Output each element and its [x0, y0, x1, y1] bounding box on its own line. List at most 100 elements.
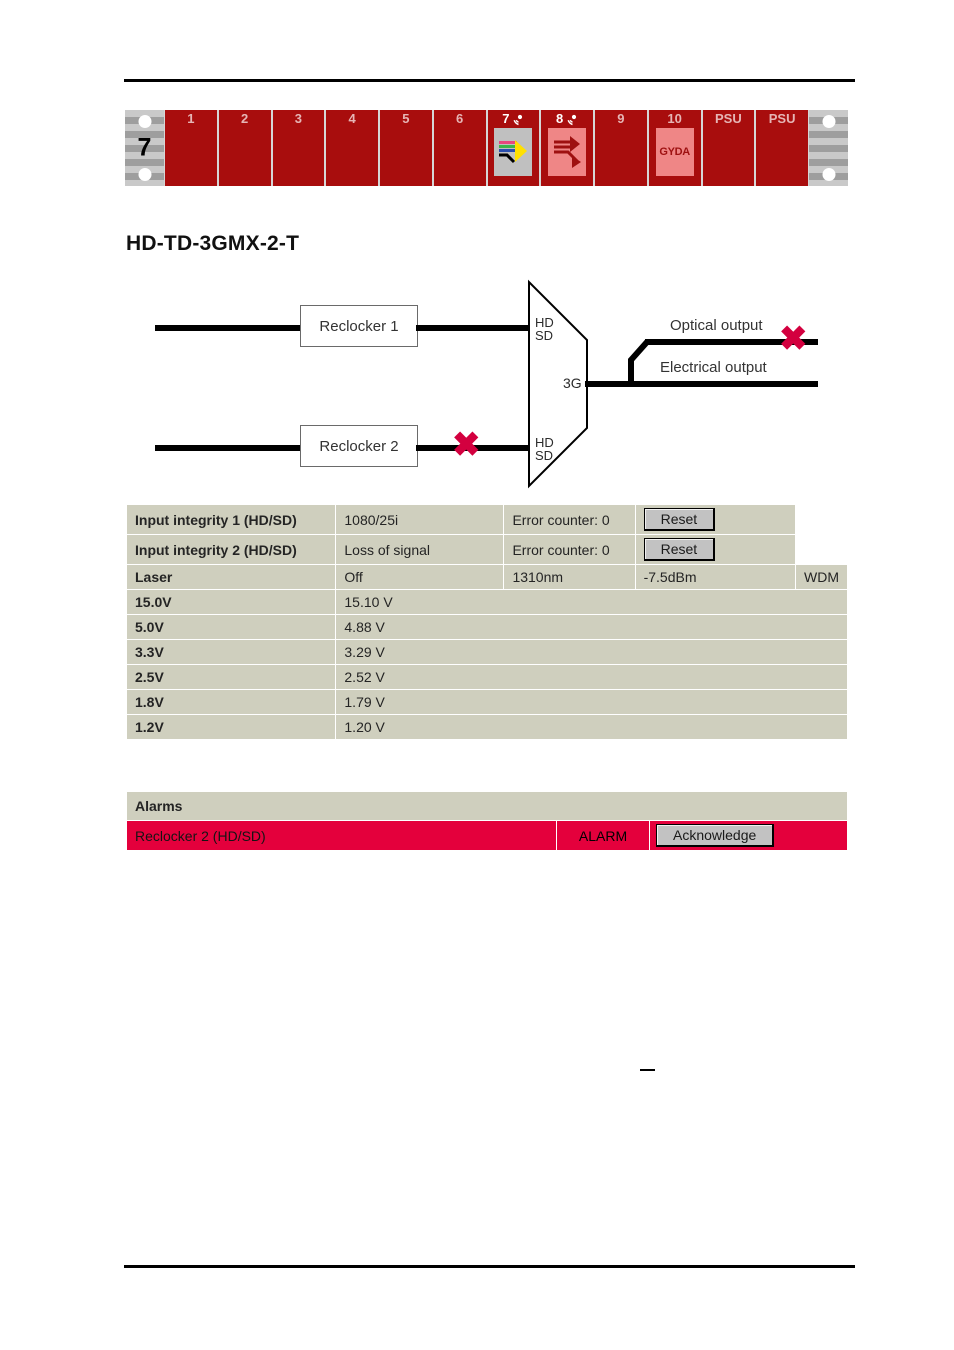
laser-mode: WDM	[796, 565, 847, 589]
reclocker-1-label: Reclocker 1	[319, 317, 399, 335]
chassis-slot-9[interactable]: 9	[595, 110, 647, 186]
voltage-value: 15.10 V	[336, 590, 847, 614]
status-value: Loss of signal	[336, 535, 504, 564]
gyda-logo: GYDA	[659, 146, 690, 158]
chassis-number: 7	[137, 133, 152, 162]
status-error-counter: Error counter: 0	[504, 535, 635, 564]
chassis-slot-7[interactable]: 7	[487, 110, 540, 186]
reset-button-cell: Reset	[635, 535, 795, 564]
status-key: Laser	[127, 565, 336, 589]
voltage-value: 1.79 V	[336, 690, 847, 714]
chassis-slot-6[interactable]: 6	[433, 110, 486, 186]
chassis-slot-5[interactable]: 5	[380, 110, 432, 186]
page-footer-rule	[124, 1265, 855, 1268]
alarm-status-badge: ALARM	[557, 821, 649, 850]
table-row: 3.3V 3.29 V	[127, 640, 847, 664]
screw-icon	[138, 168, 151, 181]
reset-button-2[interactable]: Reset	[643, 538, 716, 561]
network-connected-icon	[511, 113, 524, 126]
slot-label: 7	[502, 111, 510, 126]
input-wire-2	[155, 445, 300, 451]
table-row: 1.8V 1.79 V	[127, 690, 847, 714]
mux-input-1-port-label: HD SD	[535, 315, 554, 343]
chassis-slot-psu-2[interactable]: PSU	[756, 110, 808, 186]
table-row: Laser Off 1310nm -7.5dBm WDM	[127, 565, 847, 589]
acknowledge-button[interactable]: Acknowledge	[656, 824, 775, 847]
voltage-key: 3.3V	[127, 640, 336, 664]
reclocker-1-box: Reclocker 1	[300, 305, 418, 347]
chassis-slot-1[interactable]: 1	[165, 110, 217, 186]
chassis-slot-list: 1 2 3 4 5 6 7 8 9 10 GYDA PSU PSU	[164, 110, 809, 186]
alarm-name: Reclocker 2 (HD/SD)	[127, 821, 556, 850]
chassis-slot-4[interactable]: 4	[326, 110, 378, 186]
electrical-output-label: Electrical output	[660, 359, 767, 376]
voltage-value: 4.88 V	[336, 615, 847, 639]
chassis-slot-psu-1[interactable]: PSU	[702, 110, 755, 186]
table-row: Input integrity 1 (HD/SD) 1080/25i Error…	[127, 505, 847, 534]
alarms-header-row: Alarms	[127, 792, 847, 820]
reclocker-2-label: Reclocker 2	[319, 437, 399, 455]
status-error-counter: Error counter: 0	[504, 505, 635, 534]
chassis-slot-8[interactable]: 8	[541, 110, 593, 186]
slot-label: 6	[456, 111, 464, 126]
slot-label: 8	[556, 111, 564, 126]
reset-button-1[interactable]: Reset	[643, 508, 716, 531]
slot-label: 2	[241, 111, 249, 126]
slot-label: 9	[617, 111, 625, 126]
slot-label: 1	[187, 111, 195, 126]
screw-icon	[138, 115, 151, 128]
alarms-table: Alarms Reclocker 2 (HD/SD) ALARM Acknowl…	[126, 791, 848, 851]
screw-icon	[822, 168, 835, 181]
screw-icon	[822, 115, 835, 128]
slot-7-card-graphic	[494, 128, 533, 176]
slot-8-card-graphic	[548, 128, 587, 176]
voltage-key: 5.0V	[127, 615, 336, 639]
slot-label: 10	[667, 111, 682, 126]
slot-label: PSU	[768, 111, 796, 126]
status-key: Input integrity 2 (HD/SD)	[127, 535, 336, 564]
slot-label: 3	[294, 111, 302, 126]
laser-wavelength: 1310nm	[504, 565, 635, 589]
mux-output-port-label: 3G	[563, 375, 582, 391]
slot-label: PSU	[715, 111, 742, 126]
slot-label: 5	[402, 111, 410, 126]
block-diagram: Reclocker 1 Reclocker 2 ✖ HD SD HD SD 3G…	[125, 278, 850, 493]
optical-output-label: Optical output	[670, 317, 763, 334]
status-table: Input integrity 1 (HD/SD) 1080/25i Error…	[126, 504, 848, 740]
chassis-slot-10[interactable]: 10 GYDA	[648, 110, 701, 186]
page-title: HD-TD-3GMX-2-T	[126, 232, 300, 255]
table-row: 2.5V 2.52 V	[127, 665, 847, 689]
table-row: 15.0V 15.10 V	[127, 590, 847, 614]
mux-input-2-port-label: HD SD	[535, 435, 554, 463]
slot-10-card-graphic: GYDA	[655, 128, 694, 176]
voltage-key: 1.8V	[127, 690, 336, 714]
laser-state: Off	[336, 565, 504, 589]
reclocker-1-output-wire	[416, 325, 531, 331]
voltage-key: 1.2V	[127, 715, 336, 739]
chassis-slot-2[interactable]: 2	[218, 110, 271, 186]
table-row: 1.2V 1.20 V	[127, 715, 847, 739]
electrical-output-wire	[625, 381, 818, 387]
voltage-value: 1.20 V	[336, 715, 847, 739]
voltage-key: 2.5V	[127, 665, 336, 689]
reset-button-cell: Reset	[635, 505, 795, 534]
chassis-rail-right	[809, 110, 848, 186]
status-value: 1080/25i	[336, 505, 504, 534]
table-row: 5.0V 4.88 V	[127, 615, 847, 639]
network-connected-icon	[565, 113, 578, 126]
page-header-rule	[124, 79, 855, 82]
chassis-strip: 7 1 2 3 4 5 6 7 8 9 10 GYDA PSU PSU	[125, 110, 848, 186]
alarm-row: Reclocker 2 (HD/SD) ALARM Acknowledge	[127, 821, 847, 850]
slot-label: 4	[348, 111, 356, 126]
voltage-key: 15.0V	[127, 590, 336, 614]
reclocker-2-box: Reclocker 2	[300, 425, 418, 467]
chassis-slot-3[interactable]: 3	[272, 110, 325, 186]
laser-power: -7.5dBm	[635, 565, 795, 589]
alarms-header-label: Alarms	[127, 792, 847, 820]
voltage-value: 3.29 V	[336, 640, 847, 664]
chassis-rail-left: 7	[125, 110, 164, 186]
status-key: Input integrity 1 (HD/SD)	[127, 505, 336, 534]
stray-dash-mark	[640, 1069, 655, 1071]
input-wire-1	[155, 325, 300, 331]
table-row: Input integrity 2 (HD/SD) Loss of signal…	[127, 535, 847, 564]
